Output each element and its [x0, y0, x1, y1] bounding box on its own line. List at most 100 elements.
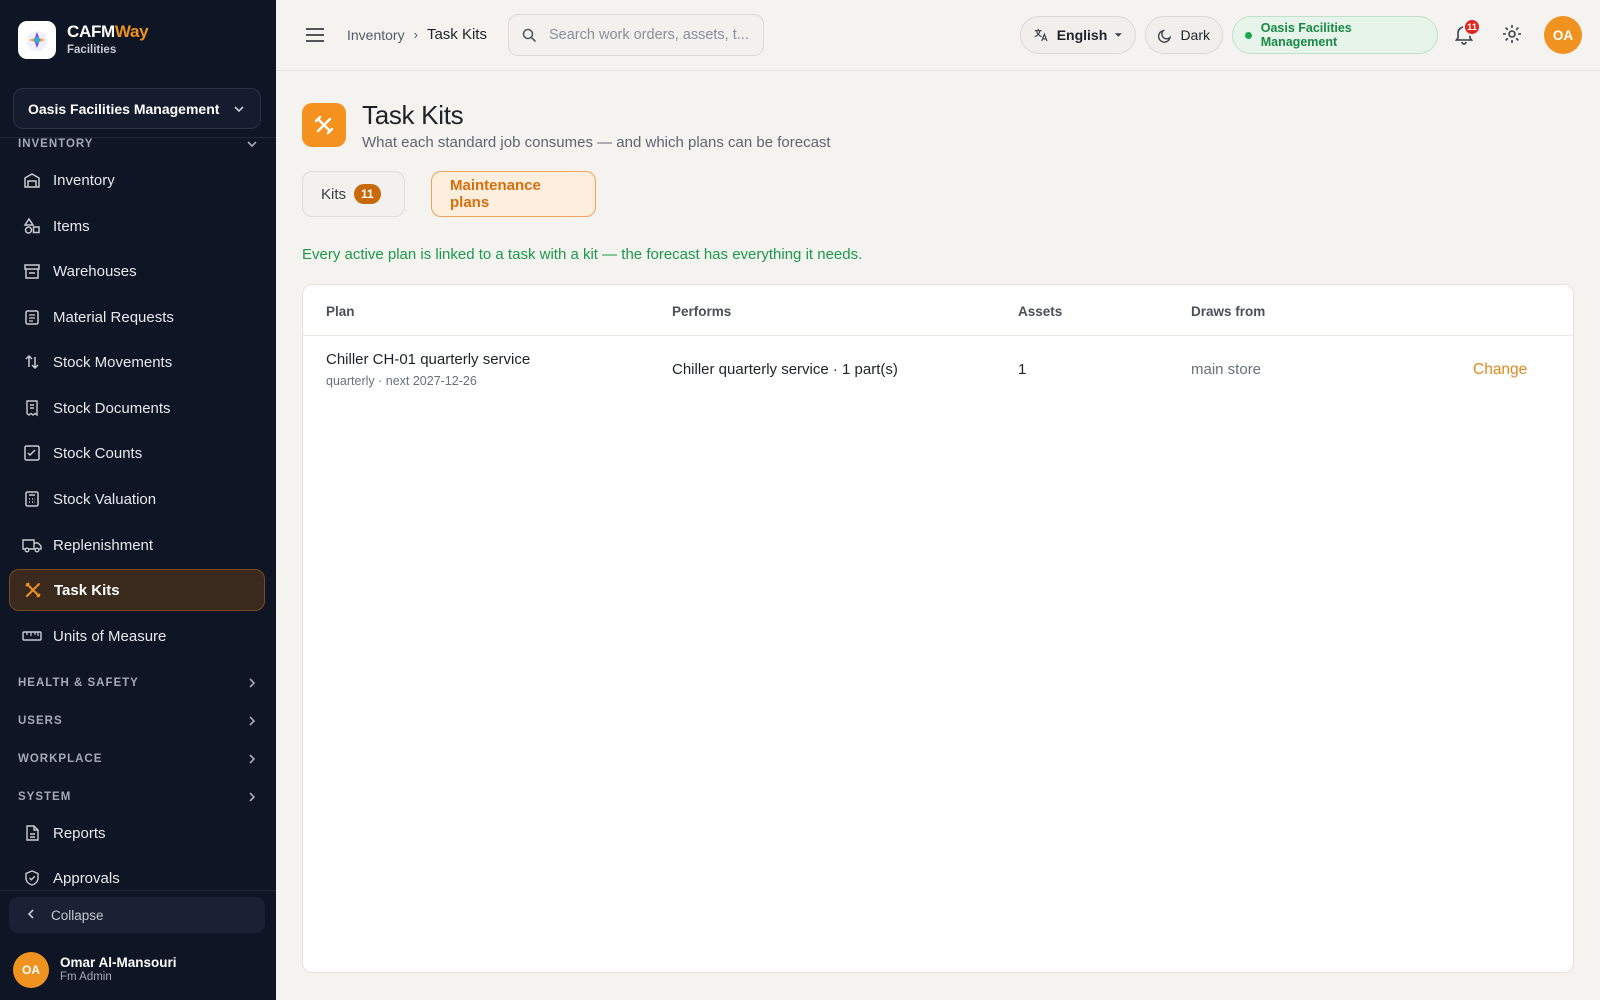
breadcrumb-current: Task Kits	[426, 26, 487, 43]
moon-icon	[1158, 29, 1172, 43]
section-label: USERS	[18, 715, 63, 727]
sidebar-item-task-kits[interactable]: Task Kits	[9, 569, 265, 611]
notification-badge: 11	[1463, 18, 1481, 36]
sidebar-item-label: Stock Movements	[53, 353, 173, 371]
chevron-down-icon	[247, 141, 257, 148]
brand-subtitle: Facilities	[67, 44, 117, 57]
breadcrumb-inventory[interactable]: Inventory	[347, 27, 405, 43]
menu-icon[interactable]	[303, 23, 327, 47]
section-health-safety[interactable]: HEALTH & SAFETY	[18, 677, 258, 689]
tab-kits-label: Kits	[321, 185, 347, 203]
sidebar-item-units-of-measure[interactable]: Units of Measure	[9, 615, 265, 657]
chevron-right-icon	[249, 716, 256, 726]
sidebar-item-label: Inventory	[53, 171, 115, 189]
sidebar-item-label: Task Kits	[54, 581, 120, 599]
shield-check-icon	[22, 868, 42, 888]
column-header-plan: Plan	[326, 304, 355, 319]
shapes-icon	[22, 216, 42, 236]
caret-down-icon	[1115, 33, 1123, 37]
checklist-icon	[22, 443, 42, 463]
column-header-assets: Assets	[1018, 304, 1063, 319]
chevron-right-icon	[249, 754, 256, 764]
sidebar-item-stock-counts[interactable]: Stock Counts	[9, 432, 265, 474]
sidebar-item-approvals[interactable]: Approvals	[9, 857, 265, 899]
sidebar-item-label: Stock Valuation	[53, 490, 157, 508]
store-icon	[22, 261, 42, 281]
report-icon	[22, 823, 42, 843]
chevron-right-icon	[249, 678, 256, 688]
sidebar-item-label: Material Requests	[53, 308, 174, 326]
section-system[interactable]: SYSTEM	[18, 791, 258, 803]
section-label: HEALTH & SAFETY	[18, 677, 139, 689]
section-label: WORKPLACE	[18, 753, 103, 765]
tools-icon	[23, 580, 43, 600]
arrows-updown-icon	[22, 352, 42, 372]
sidebar-item-stock-documents[interactable]: Stock Documents	[9, 387, 265, 429]
language-label: English	[1056, 27, 1108, 43]
change-button[interactable]: Change	[1473, 361, 1527, 379]
section-users[interactable]: USERS	[18, 715, 258, 727]
avatar[interactable]: OA	[1544, 16, 1582, 54]
kits-count-badge: 11	[354, 184, 381, 204]
sidebar-bottom-divider	[0, 890, 276, 891]
forecast-notice: Every active plan is linked to a task wi…	[302, 246, 863, 263]
user-card[interactable]: OA Omar Al-Mansouri Fm Admin	[13, 952, 177, 988]
sidebar-item-label: Stock Counts	[53, 444, 143, 462]
collapse-button[interactable]: Collapse	[9, 897, 265, 933]
warehouse-icon	[22, 170, 42, 190]
search-input[interactable]	[549, 27, 754, 43]
plan-assets: 1	[1018, 361, 1027, 378]
search-box[interactable]	[508, 14, 764, 56]
sidebar-item-stock-movements[interactable]: Stock Movements	[9, 341, 265, 383]
status-dot	[1245, 31, 1252, 39]
sidebar: CAFMWay Facilities Oasis Facilities Mana…	[0, 0, 276, 1000]
plan-performs: Chiller quarterly service · 1 part(s)	[672, 361, 898, 378]
gear-icon[interactable]	[1501, 23, 1525, 47]
column-header-performs: Performs	[672, 304, 732, 319]
plans-table: Plan Performs Assets Draws from Chiller …	[302, 284, 1574, 973]
tab-kits[interactable]: Kits 11	[302, 171, 405, 217]
sidebar-item-label: Units of Measure	[53, 627, 167, 645]
sidebar-item-stock-valuation[interactable]: Stock Valuation	[9, 478, 265, 520]
sidebar-item-reports[interactable]: Reports	[9, 812, 265, 854]
theme-label: Dark	[1180, 27, 1210, 43]
tab-maintenance-plans[interactable]: Maintenance plans	[431, 171, 596, 217]
section-workplace[interactable]: WORKPLACE	[18, 753, 258, 765]
translate-icon	[1034, 28, 1048, 42]
chevron-left-icon	[25, 908, 37, 923]
table-row: Chiller CH-01 quarterly service quarterl…	[303, 336, 1573, 404]
sidebar-item-warehouses[interactable]: Warehouses	[9, 250, 265, 292]
section-inventory-label: INVENTORY	[18, 138, 94, 150]
sidebar-item-replenishment[interactable]: Replenishment	[9, 524, 265, 566]
sidebar-item-label: Reports	[53, 824, 106, 842]
page-subtitle: What each standard job consumes — and wh…	[362, 134, 831, 151]
plan-meta: quarterly · next 2027-12-26	[326, 374, 477, 388]
chevron-right-icon: ›	[413, 27, 418, 42]
truck-icon	[22, 535, 42, 555]
org-selector[interactable]: Oasis Facilities Management	[13, 88, 261, 129]
user-role: Fm Admin	[60, 971, 112, 984]
sidebar-item-material-requests[interactable]: Material Requests	[9, 296, 265, 338]
brand[interactable]: CAFMWay Facilities	[18, 21, 149, 59]
sidebar-item-label: Warehouses	[53, 262, 137, 280]
receipt-icon	[22, 398, 42, 418]
sidebar-item-label: Replenishment	[53, 536, 154, 554]
avatar: OA	[13, 952, 49, 988]
org-status-badge[interactable]: Oasis Facilities Management	[1232, 16, 1438, 54]
sidebar-item-inventory[interactable]: Inventory	[9, 159, 265, 201]
section-inventory[interactable]: INVENTORY	[18, 138, 258, 150]
user-name: Omar Al-Mansouri	[60, 955, 177, 970]
sidebar-item-items[interactable]: Items	[9, 205, 265, 247]
page-title: Task Kits	[362, 100, 464, 130]
search-icon	[522, 28, 537, 42]
table-header: Plan Performs Assets Draws from	[303, 285, 1573, 336]
plan-name: Chiller CH-01 quarterly service	[326, 351, 531, 368]
theme-toggle[interactable]: Dark	[1145, 16, 1223, 54]
language-selector[interactable]: English	[1020, 16, 1136, 54]
breadcrumb: Inventory › Task Kits	[347, 26, 487, 43]
tab-plans-label: Maintenance plans	[450, 177, 541, 211]
topbar: Inventory › Task Kits English Dark Oasis…	[276, 0, 1600, 71]
column-header-draws-from: Draws from	[1191, 304, 1266, 319]
sidebar-item-label: Stock Documents	[53, 399, 171, 417]
section-label: SYSTEM	[18, 791, 72, 803]
